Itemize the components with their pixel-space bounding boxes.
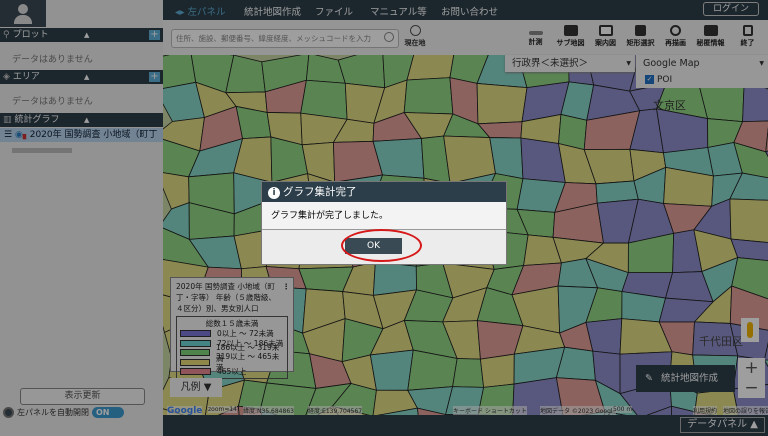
highlight-circle xyxy=(341,229,422,262)
dialog-message: グラフ集計が完了しました。 xyxy=(262,202,506,230)
graph-complete-dialog: i グラフ集計完了 グラフ集計が完了しました。 OK xyxy=(261,181,507,265)
dialog-title: グラフ集計完了 xyxy=(283,186,357,198)
info-icon: i xyxy=(268,187,280,199)
